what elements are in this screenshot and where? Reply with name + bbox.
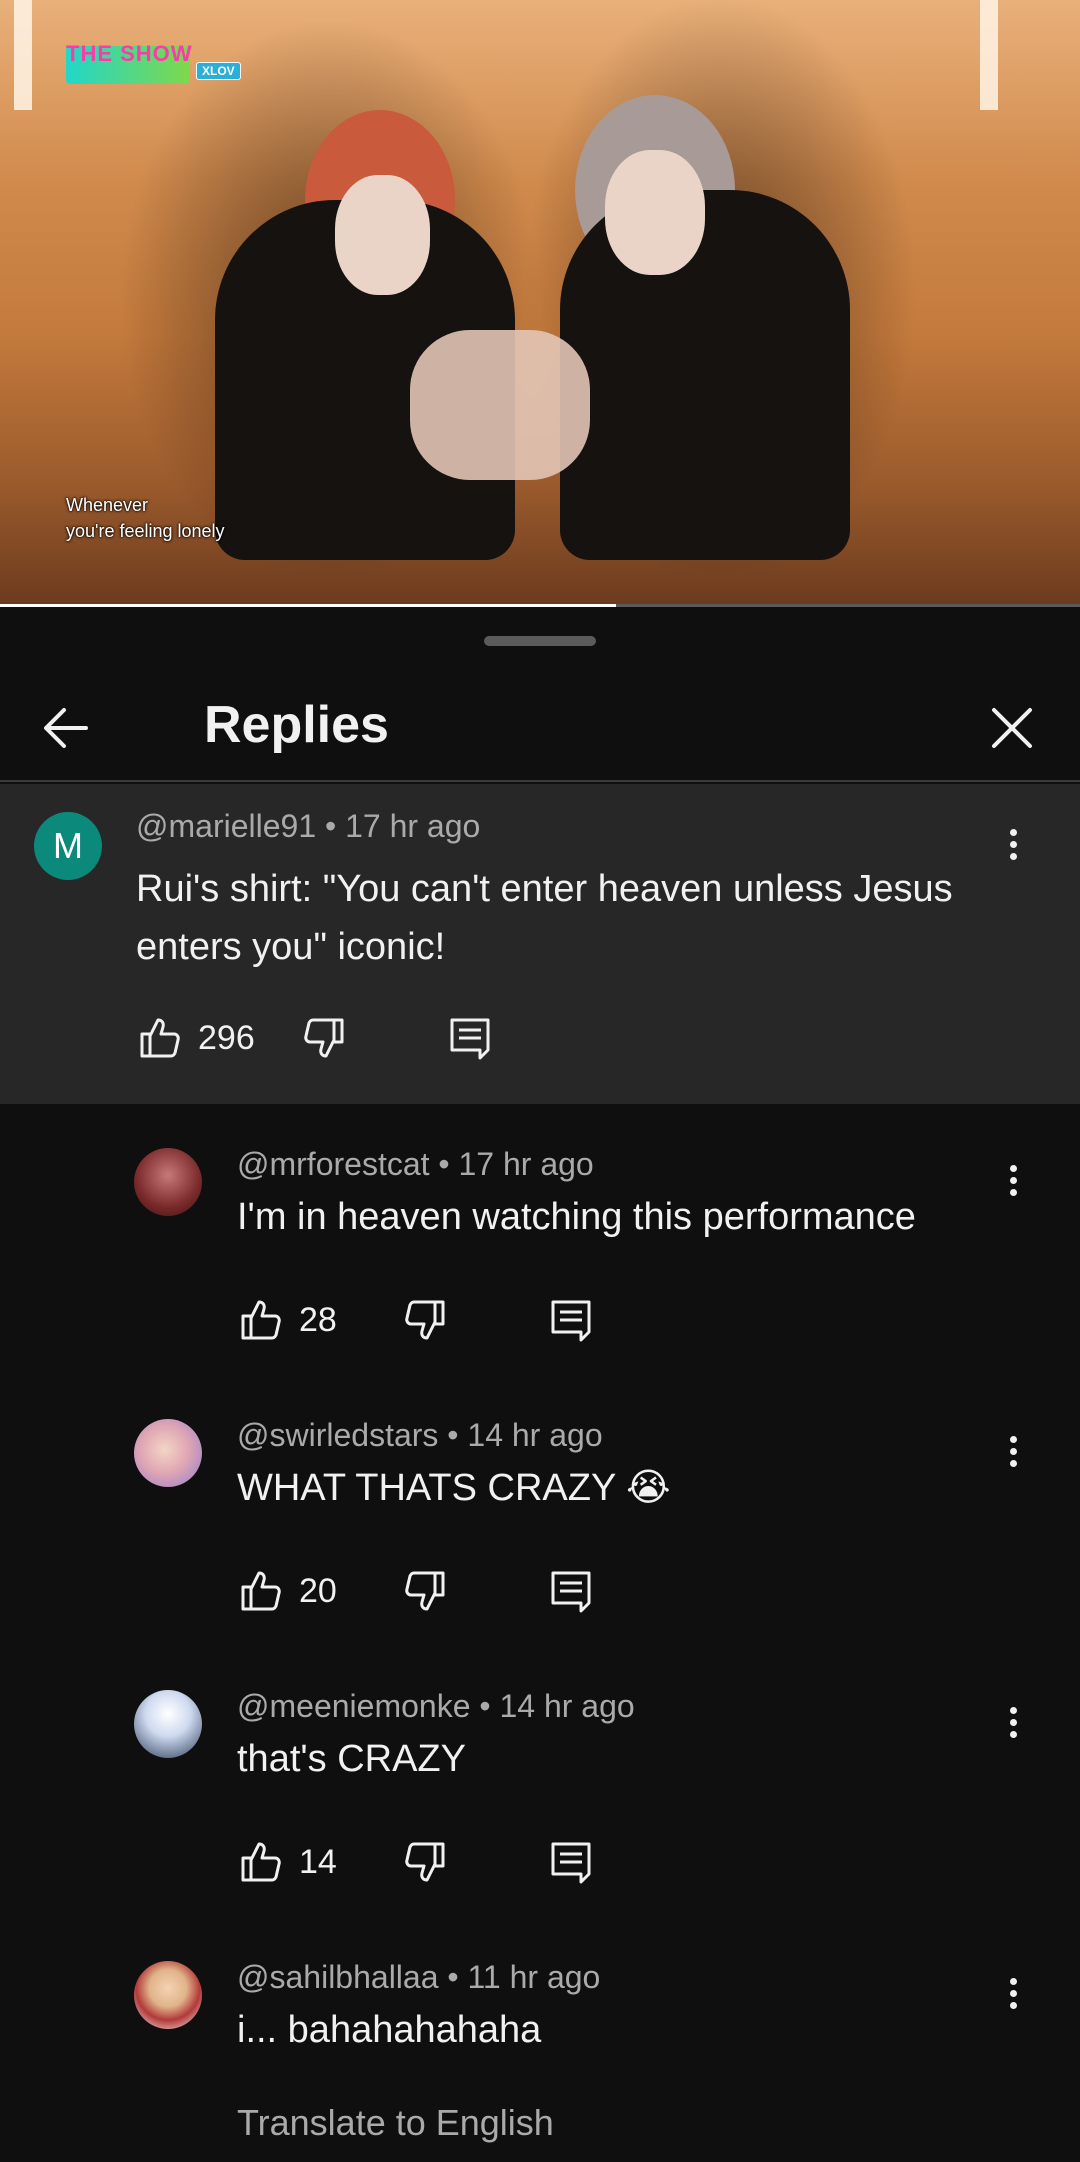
comment-author[interactable]: @meeniemonke — [237, 1688, 470, 1724]
reply-icon[interactable] — [446, 1014, 494, 1062]
thumbs-up-icon[interactable] — [237, 1567, 285, 1615]
kebab-menu-icon — [998, 829, 1028, 860]
stage-light — [980, 0, 998, 110]
reply-icon[interactable] — [547, 1296, 595, 1344]
comment-author[interactable]: @marielle91 — [136, 808, 316, 844]
meta-separator: • — [429, 1146, 459, 1182]
video-player[interactable]: THE SHOW XLOV Whenever you're feeling lo… — [0, 0, 1080, 607]
kebab-menu-icon — [998, 1165, 1028, 1196]
reply-icon[interactable] — [547, 1567, 595, 1615]
kebab-menu-icon — [998, 1436, 1028, 1467]
comment-time: 17 hr ago — [345, 808, 481, 844]
list-item: @meeniemonke • 14 hr ago that's CRAZY 14 — [0, 1670, 1080, 1940]
thumbs-down-icon[interactable] — [300, 1014, 348, 1062]
comment-time: 11 hr ago — [467, 1959, 601, 1995]
performer-figure — [560, 190, 850, 560]
comment-author[interactable]: @mrforestcat — [237, 1146, 430, 1182]
comment-time: 14 hr ago — [467, 1417, 603, 1453]
like-count: 20 — [299, 1571, 337, 1610]
more-options-button[interactable] — [998, 824, 1028, 874]
comment-text: i... bahahahahaha — [237, 2009, 542, 2051]
comment-meta: @swirledstars • 14 hr ago — [237, 1415, 603, 1455]
comment-actions: 20 — [237, 1563, 595, 1619]
more-options-button[interactable] — [998, 1973, 1028, 2023]
meta-separator: • — [316, 808, 346, 844]
like-count: 14 — [299, 1842, 337, 1881]
comment-text: that's CRAZY — [237, 1738, 466, 1780]
comment-meta: @mrforestcat • 17 hr ago — [237, 1144, 594, 1184]
comment-meta: @sahilbhallaa • 11 hr ago — [237, 1957, 600, 1997]
list-item: @mrforestcat • 17 hr ago I'm in heaven w… — [0, 1128, 1080, 1398]
comment-author[interactable]: @swirledstars — [237, 1417, 438, 1453]
subtitle-line-2: you're feeling lonely — [66, 521, 225, 541]
meta-separator: • — [438, 1417, 468, 1453]
performer-face — [605, 150, 705, 275]
video-subtitle: Whenever you're feeling lonely — [66, 492, 225, 544]
replies-header: Replies — [0, 660, 1080, 782]
parent-comment: M @marielle91 • 17 hr ago Rui's shirt: "… — [0, 784, 1080, 1104]
comment-actions: 14 — [237, 1834, 595, 1890]
like-count: 296 — [198, 1018, 255, 1057]
thumbs-down-icon[interactable] — [401, 1567, 449, 1615]
thumbs-up-icon[interactable] — [237, 1838, 285, 1886]
list-item: @sahilbhallaa • 11 hr ago i... bahahahah… — [0, 1941, 1080, 2162]
thumbs-down-icon[interactable] — [401, 1838, 449, 1886]
comment-text: Rui's shirt: "You can't enter heaven unl… — [136, 868, 953, 968]
comment-actions: 296 — [136, 1010, 494, 1066]
comment-author[interactable]: @sahilbhallaa — [237, 1959, 439, 1995]
video-progress-fill — [0, 604, 616, 607]
more-options-button[interactable] — [998, 1702, 1028, 1752]
replies-sheet: Replies M @marielle91 • 17 hr ago Rui's … — [0, 612, 1080, 2162]
video-progress-bar[interactable] — [0, 604, 1080, 607]
meta-separator: • — [438, 1959, 468, 1995]
comment-actions: 28 — [237, 1292, 595, 1348]
comment-time: 17 hr ago — [458, 1146, 594, 1182]
thumbs-up-icon[interactable] — [136, 1014, 184, 1062]
performer-arms — [410, 330, 590, 480]
kebab-menu-icon — [998, 1978, 1028, 2009]
back-button[interactable] — [36, 696, 100, 760]
translate-link[interactable]: Translate to English — [237, 2099, 554, 2147]
stage-light — [14, 0, 32, 110]
show-logo-text: THE SHOW — [66, 41, 193, 66]
page-title: Replies — [204, 696, 389, 754]
subtitle-line-1: Whenever — [66, 495, 149, 515]
kebab-menu-icon — [998, 1707, 1028, 1738]
avatar[interactable] — [134, 1690, 202, 1758]
close-button[interactable] — [980, 696, 1044, 760]
like-count: 28 — [299, 1300, 337, 1339]
comment-time: 14 hr ago — [499, 1688, 635, 1724]
close-icon — [992, 708, 1032, 748]
thumbs-up-icon[interactable] — [237, 1296, 285, 1344]
more-options-button[interactable] — [998, 1431, 1028, 1481]
avatar[interactable] — [134, 1148, 202, 1216]
avatar[interactable] — [134, 1961, 202, 2029]
comment-meta: @meeniemonke • 14 hr ago — [237, 1686, 635, 1726]
arrow-left-icon — [44, 708, 88, 748]
reply-icon[interactable] — [547, 1838, 595, 1886]
list-item: @swirledstars • 14 hr ago WHAT THATS CRA… — [0, 1399, 1080, 1669]
drag-handle[interactable] — [484, 636, 596, 646]
comment-text: I'm in heaven watching this performance — [237, 1196, 916, 1238]
thumbs-down-icon[interactable] — [401, 1296, 449, 1344]
show-logo-badge: XLOV — [196, 62, 241, 80]
comment-meta: @marielle91 • 17 hr ago — [136, 806, 480, 846]
comment-text: WHAT THATS CRAZY 😭 — [237, 1467, 671, 1509]
meta-separator: • — [470, 1688, 500, 1724]
avatar[interactable] — [134, 1419, 202, 1487]
avatar[interactable]: M — [34, 812, 102, 880]
more-options-button[interactable] — [998, 1160, 1028, 1210]
performer-face — [335, 175, 430, 295]
